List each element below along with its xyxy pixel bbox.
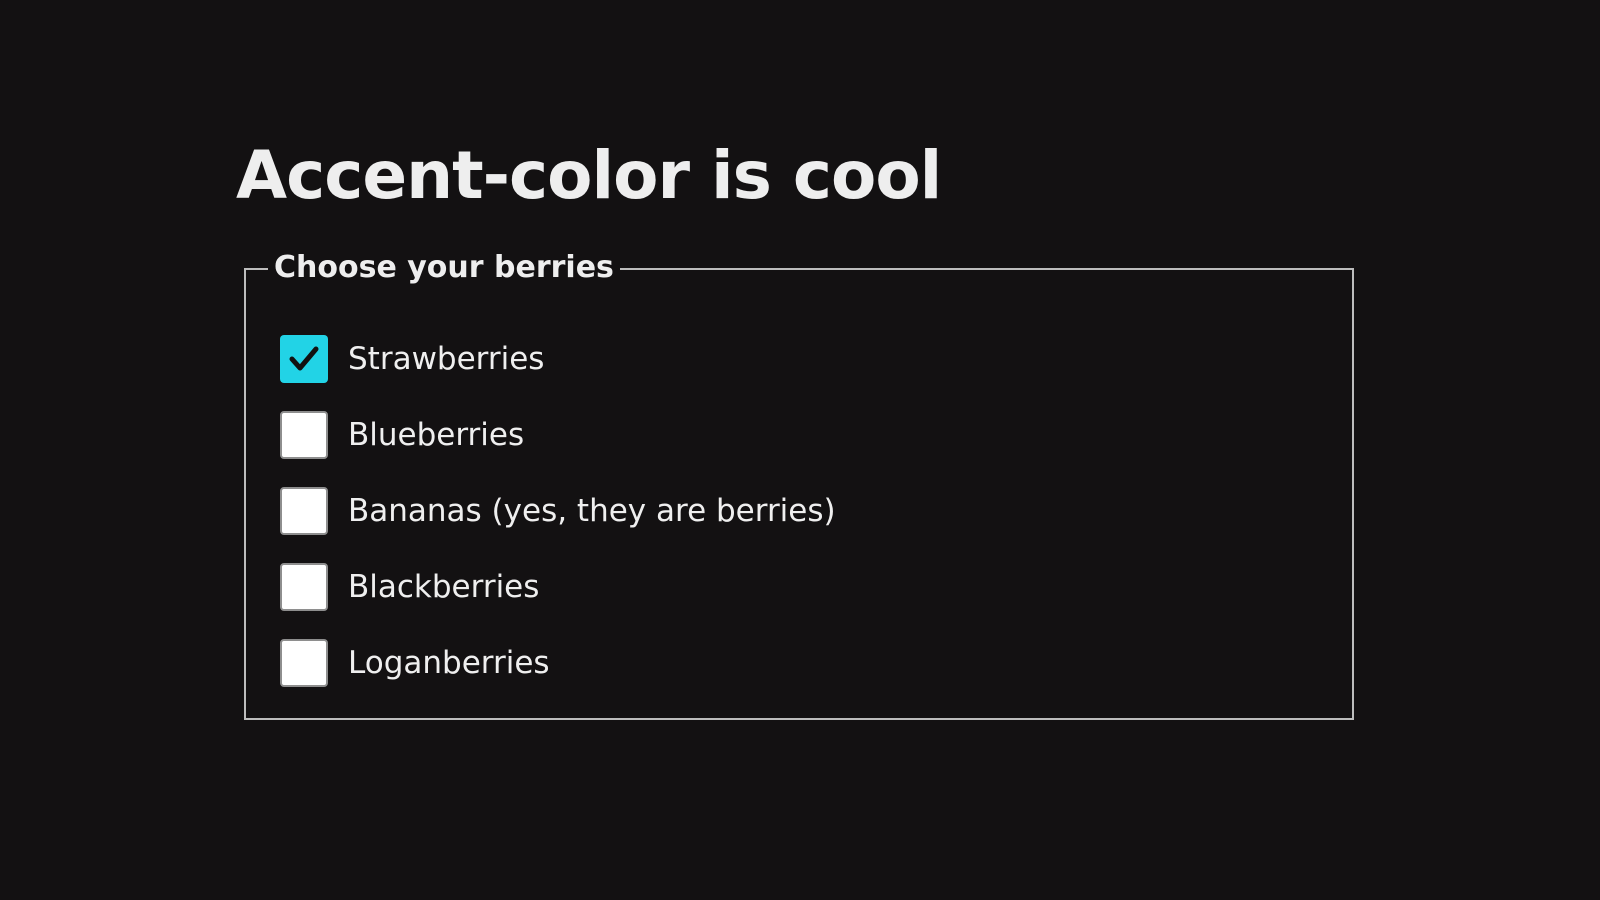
fieldset-legend: Choose your berries: [268, 250, 620, 286]
option-bananas[interactable]: Bananas (yes, they are berries): [280, 486, 836, 536]
option-label: Blackberries: [348, 569, 540, 605]
option-blueberries[interactable]: Blueberries: [280, 410, 524, 460]
berries-fieldset: Choose your berries Strawberries Blueber…: [244, 250, 1354, 720]
option-strawberries[interactable]: Strawberries: [280, 334, 544, 384]
option-blackberries[interactable]: Blackberries: [280, 562, 539, 612]
checkbox-blueberries[interactable]: [280, 411, 328, 459]
checkbox-blackberries[interactable]: [280, 563, 328, 611]
checkbox-loganberries[interactable]: [280, 639, 328, 687]
option-label: Loganberries: [348, 645, 550, 681]
checkmark-icon: [289, 346, 319, 371]
checkbox-strawberries[interactable]: [280, 335, 328, 383]
option-label: Strawberries: [348, 341, 545, 377]
option-loganberries[interactable]: Loganberries: [280, 638, 550, 688]
checkbox-bananas[interactable]: [280, 487, 328, 535]
option-label: Bananas (yes, they are berries): [348, 493, 836, 529]
option-label: Blueberries: [348, 417, 525, 453]
page-title: Accent-color is cool: [236, 137, 942, 214]
